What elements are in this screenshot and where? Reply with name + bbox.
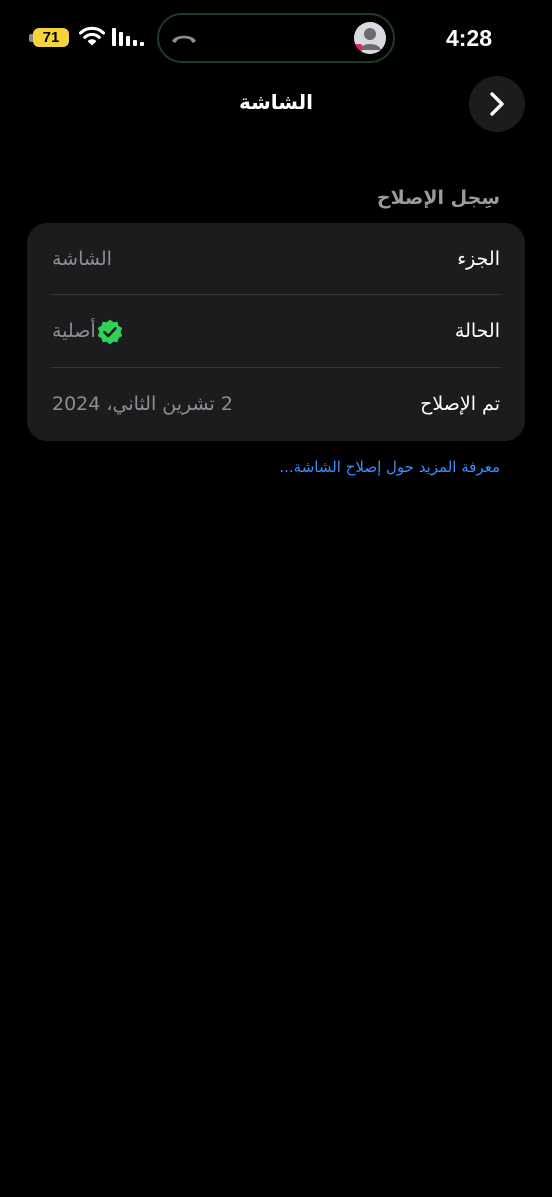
dynamic-island-call[interactable]	[157, 13, 395, 63]
table-row-status: الحالة أصلية	[27, 295, 525, 368]
person-icon	[354, 22, 386, 54]
wifi-icon	[79, 26, 105, 46]
row-label: الجزء	[457, 248, 500, 270]
caller-avatar	[354, 22, 386, 54]
page-title: الشاشة	[238, 90, 314, 114]
status-bar: 71 4:28	[0, 0, 552, 76]
learn-more-link[interactable]: معرفة المزيد حول إصلاح الشاشة...	[279, 454, 500, 480]
repair-history-card: الجزء الشاشة الحالة أصلية تم الإصلاح 2 ت…	[27, 223, 525, 441]
phone-call-icon	[172, 35, 196, 43]
table-row-part: الجزء الشاشة	[27, 223, 525, 295]
table-row-repaired: تم الإصلاح 2 تشرين الثاني، 2024	[27, 368, 525, 441]
back-button[interactable]	[469, 76, 525, 132]
chevron-right-icon	[490, 92, 504, 116]
status-time: 4:28	[445, 25, 493, 51]
verified-badge-icon	[97, 319, 122, 344]
cellular-signal-icon	[112, 28, 144, 46]
row-value: الشاشة	[52, 248, 112, 270]
row-value: 2 تشرين الثاني، 2024	[52, 393, 233, 415]
row-value-status: أصلية	[52, 295, 130, 368]
row-label: الحالة	[454, 320, 500, 342]
section-header: سِجل الإصلاح	[376, 187, 500, 209]
row-label: تم الإصلاح	[420, 393, 500, 415]
status-value: أصلية	[52, 320, 96, 342]
battery-indicator: 71	[33, 28, 69, 47]
